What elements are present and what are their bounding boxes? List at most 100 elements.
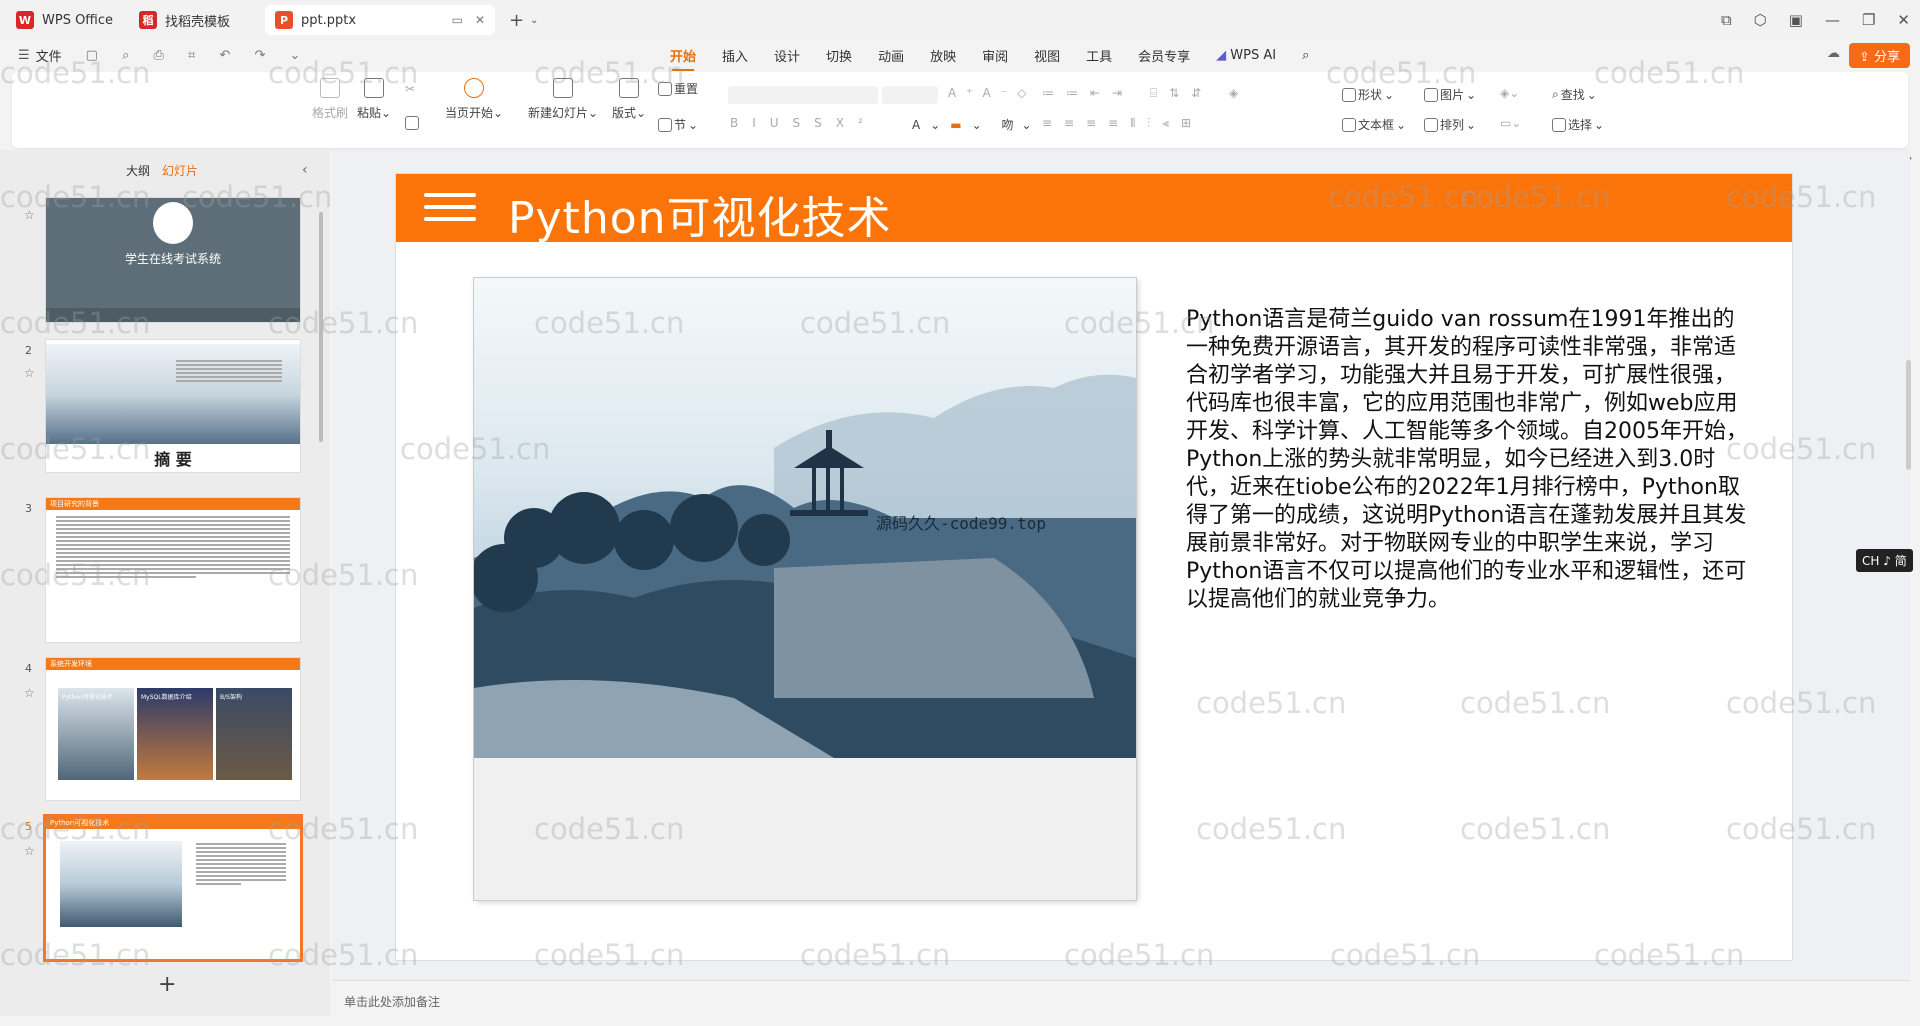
thumb-text [46, 510, 300, 584]
file-menu[interactable]: 文件 [36, 46, 62, 65]
star-icon[interactable]: ☆ [24, 366, 35, 380]
picture-button[interactable]: 图片 ⌄ [1424, 86, 1476, 103]
layout-icon[interactable]: ⧉ [1721, 11, 1732, 29]
hamburger-icon[interactable]: ☰ [18, 48, 30, 63]
picture-icon [1424, 87, 1438, 102]
scroll-thumb[interactable] [1906, 360, 1911, 470]
find-button[interactable]: ⌕ 查找 ⌄ [1552, 86, 1597, 103]
new-tab-icon[interactable]: + [509, 10, 524, 31]
restore-tab-icon[interactable]: ▭ [452, 13, 463, 27]
paragraph-tools[interactable]: ≔≔⇤⇥ ⌸⇅⇵ ◈ [1042, 86, 1250, 101]
current-slide[interactable]: Python可视化技术 源码久久-code99.top Python语言是荷兰g… [396, 174, 1792, 960]
slide-thumb-2[interactable]: 摘 要 [46, 340, 300, 472]
tab-view[interactable]: 视图 [1034, 46, 1060, 65]
slides-tab[interactable]: 幻灯片 [162, 162, 198, 179]
clipboard-icon [364, 78, 385, 98]
new-slide-button[interactable]: 新建幻灯片⌄ [528, 78, 598, 121]
tab-design[interactable]: 设计 [774, 46, 800, 65]
layout-button[interactable]: 版式⌄ [612, 78, 646, 121]
arrange-button[interactable]: 排列 ⌄ [1424, 116, 1476, 133]
tab-review[interactable]: 审阅 [982, 46, 1008, 65]
cut-button[interactable]: ✂ [405, 82, 415, 96]
star-icon[interactable]: ☆ [24, 844, 35, 858]
copy-icon [405, 116, 419, 130]
wps-ai-label: WPS AI [1230, 47, 1277, 63]
tab-list-icon[interactable]: ⌄ [530, 15, 538, 26]
wps-logo-icon: W [16, 11, 34, 29]
slide-panel: 大纲 幻灯片 ‹ ☆ 学生在线考试系统 2 ☆ 摘 要 3 项目研究的背景 4 … [0, 150, 330, 1016]
notes-placeholder: 单击此处添加备注 [344, 995, 441, 1009]
thumb-footer-band [46, 308, 300, 322]
tab-home[interactable]: 开始 [670, 46, 696, 71]
notes-pane[interactable]: 单击此处添加备注 [332, 980, 1910, 1018]
panel-scrollbar[interactable] [319, 212, 323, 442]
slide-thumb-5[interactable]: Python可视化技术 [46, 817, 300, 959]
minimize-icon[interactable]: — [1825, 11, 1840, 29]
paste-button[interactable]: 粘贴⌄ [357, 78, 391, 121]
add-slide-icon[interactable]: + [158, 972, 176, 997]
select-button[interactable]: 选择 ⌄ [1552, 116, 1604, 133]
tab-animation[interactable]: 动画 [878, 46, 904, 65]
thumb-panel: MySQL数据库介绍 [137, 688, 213, 780]
search-icon[interactable]: ⌕ [1302, 48, 1309, 63]
cloud-icon[interactable]: ☁ [1827, 46, 1840, 61]
reset-button[interactable]: 重置 [658, 80, 698, 97]
tab-ppt[interactable]: P ppt.pptx ▭ ✕ [265, 5, 496, 35]
tab-label: ppt.pptx [301, 12, 357, 28]
slide-thumb-4[interactable]: 系统开发环境 Python可视化技术 MySQL数据库介绍 B/S架构 [46, 658, 300, 800]
ribbon: 格式刷 粘贴⌄ ✂ 当页开始⌄ 新建幻灯片⌄ 版式⌄ 重置 节 ⌄ A⁺A⁻◇ B… [12, 72, 1908, 148]
font-size-tools[interactable]: A⁺A⁻◇ [948, 86, 1036, 100]
maximize-icon[interactable]: ❐ [1862, 11, 1875, 29]
docer-logo-icon: 稻 [139, 11, 158, 29]
tab-insert[interactable]: 插入 [722, 46, 748, 65]
font-family-select[interactable] [728, 86, 878, 104]
star-icon[interactable]: ☆ [24, 686, 35, 700]
star-icon[interactable]: ☆ [24, 208, 35, 222]
textbox-button[interactable]: 文本框 ⌄ [1342, 116, 1406, 133]
ppt-logo-icon: P [275, 11, 294, 29]
collapse-panel-icon[interactable]: ‹ [302, 162, 308, 178]
slide-number: 2 [25, 344, 32, 357]
align-tools[interactable]: ≡≡≡≡⫴⫶⫷⊞ [1042, 116, 1203, 131]
slide-title[interactable]: Python可视化技术 [508, 182, 892, 246]
menu-bar: ☰ 文件 ▢ ⌕ ⎙ ⌗ ↶ ↷ ⌄ 开始 插入 设计 切换 动画 放映 审阅 … [0, 40, 1920, 71]
close-window-icon[interactable]: ✕ [1897, 11, 1910, 29]
landscape-pavilion-image: 源码久久-code99.top [474, 278, 1136, 758]
tab-template[interactable]: 稻 找稻壳模板 [129, 5, 259, 35]
share-button[interactable]: ⇪ 分享 [1848, 43, 1910, 68]
thumb-title: 摘 要 [154, 450, 192, 469]
from-current-button[interactable]: 当页开始⌄ [445, 78, 503, 121]
slide-thumb-1[interactable]: 学生在线考试系统 [46, 198, 300, 322]
outline-tab[interactable]: 大纲 [126, 162, 150, 179]
find-label: 查找 [1560, 88, 1585, 102]
tab-transition[interactable]: 切换 [826, 46, 852, 65]
copy-button[interactable] [405, 116, 419, 130]
wps-ai-button[interactable]: ◢ WPS AI [1216, 48, 1276, 63]
avatar[interactable]: ▣ [1789, 11, 1803, 29]
slide-title-bar: Python可视化技术 [396, 174, 1792, 244]
section-button[interactable]: 节 ⌄ [658, 116, 698, 133]
close-tab-icon[interactable]: ✕ [475, 13, 485, 27]
ime-indicator[interactable]: CH ♪ 简 [1856, 549, 1913, 572]
shape-button[interactable]: 形状 ⌄ [1342, 86, 1394, 103]
tab-member[interactable]: 会员专享 [1138, 46, 1190, 65]
tab-wps-office[interactable]: W WPS Office [6, 5, 123, 35]
font-style-buttons[interactable]: BIUSSX² [730, 116, 877, 130]
slide-thumb-3[interactable]: 项目研究的背景 [46, 498, 300, 642]
from-current-label: 当页开始 [445, 106, 494, 120]
cube-icon[interactable]: ⬡ [1754, 11, 1767, 29]
font-color-buttons[interactable]: A ⌄ ▬ ⌄ 吻⌄ [912, 116, 1040, 133]
font-size-select[interactable] [882, 86, 938, 104]
layout-icon [619, 78, 640, 98]
format-painter-button[interactable]: 格式刷 [312, 78, 348, 121]
textbox-icon [1342, 117, 1356, 132]
outline-button[interactable]: ▭⌄ [1500, 116, 1521, 130]
tab-tools[interactable]: 工具 [1086, 46, 1112, 65]
slide-picture-frame[interactable]: 源码久久-code99.top [474, 278, 1136, 900]
tab-slideshow[interactable]: 放映 [930, 46, 956, 65]
tab-label: WPS Office [42, 12, 114, 28]
new-slide-label: 新建幻灯片 [528, 106, 589, 120]
shape-icon [1342, 87, 1356, 102]
slide-body-text[interactable]: Python语言是荷兰guido van rossum在1991年推出的一种免费… [1186, 306, 1756, 614]
fill-button[interactable]: ◈⌄ [1500, 86, 1519, 100]
